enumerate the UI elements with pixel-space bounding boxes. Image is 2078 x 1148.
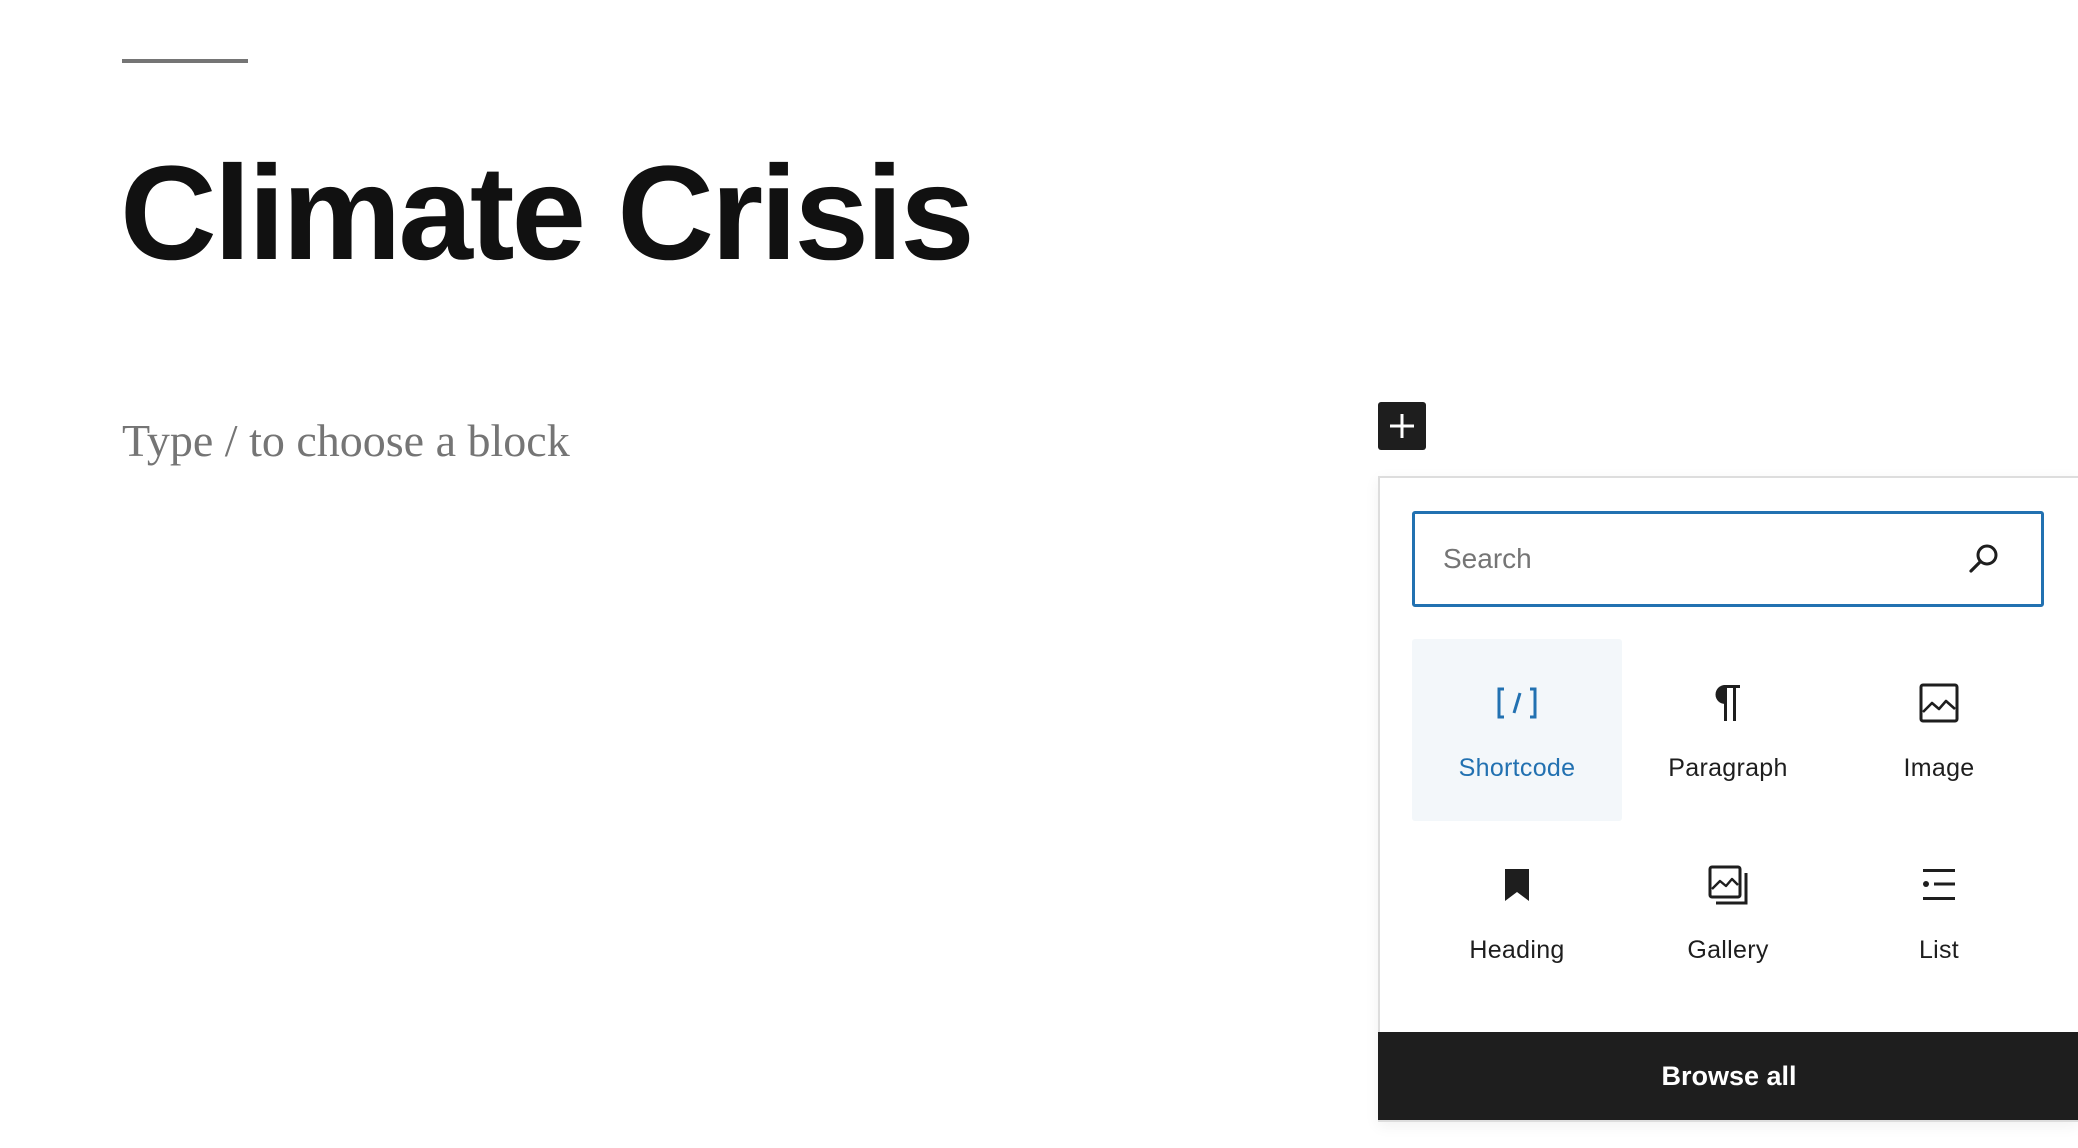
gallery-icon xyxy=(1704,861,1752,909)
block-label: Image xyxy=(1903,754,1975,782)
post-title[interactable]: Climate Crisis xyxy=(120,134,975,294)
block-label: Heading xyxy=(1469,936,1565,964)
block-list: Shortcode Paragraph Image Heading Galler… xyxy=(1412,639,2044,1003)
block-label: Gallery xyxy=(1687,936,1769,964)
list-icon xyxy=(1915,861,1963,909)
block-item-gallery[interactable]: Gallery xyxy=(1623,821,1833,1003)
plus-icon xyxy=(1387,411,1417,441)
block-inserter-popover: Shortcode Paragraph Image xyxy=(1378,476,2078,1122)
block-item-paragraph[interactable]: Paragraph xyxy=(1623,639,1833,821)
shortcode-icon xyxy=(1493,679,1541,727)
block-label: Shortcode xyxy=(1458,754,1576,782)
block-item-shortcode[interactable]: Shortcode xyxy=(1412,639,1622,821)
block-label: Paragraph xyxy=(1668,754,1788,782)
block-label: List xyxy=(1918,936,1960,964)
paragraph-icon xyxy=(1704,679,1752,727)
search-box[interactable] xyxy=(1412,511,2044,607)
browse-all-button[interactable]: Browse all xyxy=(1378,1032,2078,1120)
search-icon xyxy=(1967,542,2001,576)
search-input[interactable] xyxy=(1443,514,1943,604)
heading-icon xyxy=(1493,861,1541,909)
block-inserter-toggle[interactable] xyxy=(1378,402,1426,450)
block-placeholder[interactable]: Type / to choose a block xyxy=(122,412,570,470)
block-item-list[interactable]: List xyxy=(1834,821,2044,1003)
block-item-heading[interactable]: Heading xyxy=(1412,821,1622,1003)
block-item-image[interactable]: Image xyxy=(1834,639,2044,821)
title-separator xyxy=(122,59,248,63)
image-icon xyxy=(1915,679,1963,727)
